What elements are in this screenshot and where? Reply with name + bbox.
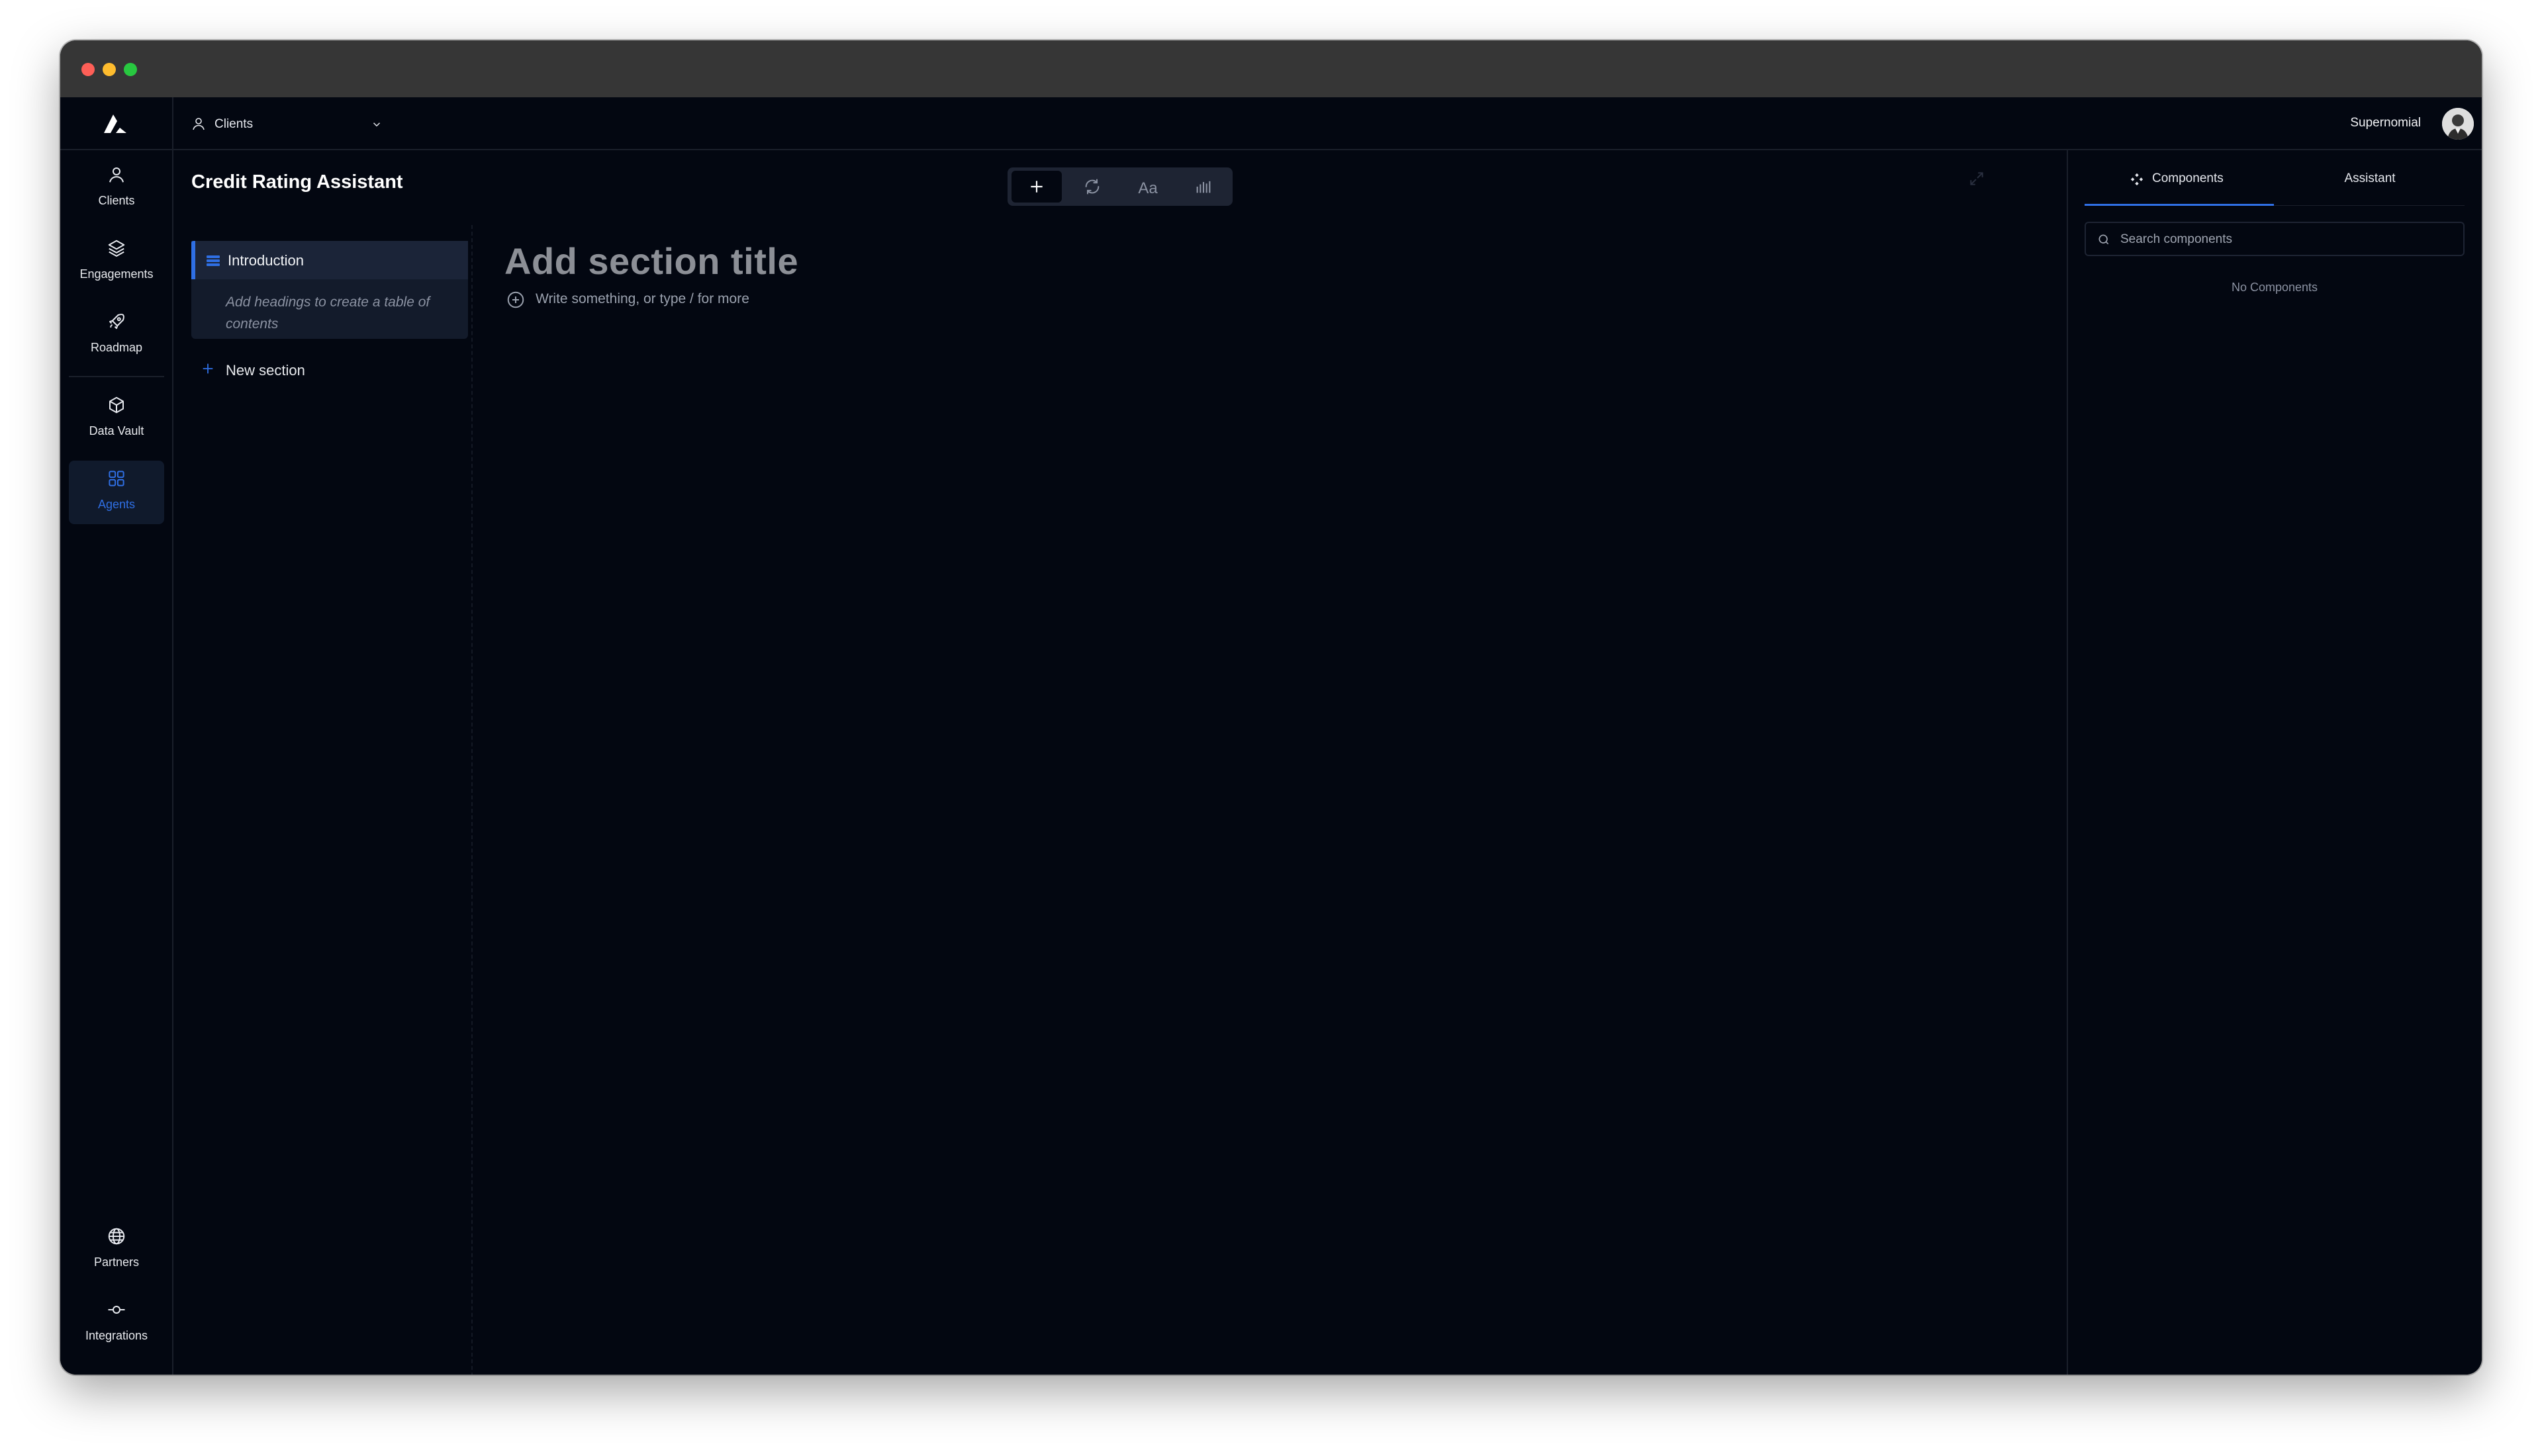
editor-toolbar: Aa <box>1008 167 1233 206</box>
toc-hint: Add headings to create a table of conten… <box>226 295 430 332</box>
text-style-label: Aa <box>1138 179 1158 197</box>
toc-active-indicator <box>191 241 195 279</box>
brand-logo-icon <box>104 114 126 133</box>
new-section-label: New section <box>226 362 305 379</box>
client-switcher[interactable]: Clients <box>188 111 387 137</box>
minimize-window-button[interactable] <box>103 63 116 76</box>
section-title-input[interactable]: Add section title <box>504 240 798 283</box>
expand-icon <box>1970 172 1983 185</box>
grid-icon <box>109 471 124 486</box>
sidebar-item-roadmap[interactable]: Roadmap <box>69 304 164 367</box>
sidebar-item-label: Engagements <box>79 267 154 281</box>
tab-label: Assistant <box>2344 171 2396 185</box>
rocket-icon <box>109 314 124 329</box>
user-icon <box>193 118 205 130</box>
chart-button[interactable] <box>1178 171 1229 203</box>
body-editor[interactable]: Write something, or type / for more <box>506 290 749 313</box>
avatar-image <box>2442 108 2474 140</box>
components-icon <box>2130 173 2143 186</box>
tab-assistant[interactable]: Assistant <box>2275 165 2465 202</box>
commit-icon <box>108 1306 125 1314</box>
sidebar-nav: Clients Engagements Roadmap Data Vault A… <box>60 97 173 1375</box>
search-components[interactable] <box>2085 222 2465 256</box>
sidebar-item-agents[interactable]: Agents <box>69 461 164 524</box>
globe-icon <box>108 1228 125 1245</box>
expand-button[interactable] <box>1968 170 1985 191</box>
sidebar-item-data-vault[interactable]: Data Vault <box>69 387 164 451</box>
active-tab-indicator <box>2085 204 2274 206</box>
sidebar-item-label: Roadmap <box>90 341 143 354</box>
user-name: Supernomial <box>2350 116 2421 130</box>
body-placeholder: Write something, or type / for more <box>536 291 749 306</box>
app-window: Clients Engagements Roadmap Data Vault A… <box>60 40 2482 1375</box>
sidebar-item-clients[interactable]: Clients <box>69 157 164 220</box>
sidebar-item-label: Agents <box>97 498 136 511</box>
sidebar-item-label: Data Vault <box>89 424 144 437</box>
new-section-button[interactable]: New section <box>191 355 468 384</box>
top-bar: Clients Supernomial <box>173 97 2482 150</box>
search-icon <box>2098 234 2109 245</box>
empty-state: No Components <box>2231 281 2318 294</box>
close-window-button[interactable] <box>81 63 95 76</box>
toc-divider <box>471 225 473 1375</box>
sidebar-item-label: Clients <box>98 194 135 207</box>
chevron-down-icon <box>373 122 381 127</box>
user-icon <box>109 167 124 183</box>
tab-components[interactable]: Components <box>2085 165 2274 202</box>
refresh-button[interactable] <box>1067 171 1117 203</box>
bar-chart-icon <box>1196 181 1211 193</box>
app-content: Clients Engagements Roadmap Data Vault A… <box>60 97 2482 1375</box>
tab-label: Components <box>2152 171 2224 185</box>
toc-item-introduction[interactable]: Introduction Add headings to create a ta… <box>191 241 468 339</box>
add-block-button[interactable] <box>1012 171 1062 203</box>
right-panel: Components Assistant No Components <box>2067 150 2482 1375</box>
refresh-icon <box>1085 179 1100 195</box>
sidebar-item-engagements[interactable]: Engagements <box>69 230 164 294</box>
layers-icon <box>108 240 125 257</box>
add-circle-icon <box>507 291 524 308</box>
page-title: Credit Rating Assistant <box>191 171 403 193</box>
client-switcher-label: Clients <box>214 117 254 131</box>
text-style-button[interactable]: Aa <box>1123 171 1173 203</box>
window-titlebar <box>60 40 2482 97</box>
sidebar-item-label: Integrations <box>85 1329 148 1342</box>
search-input[interactable] <box>2119 228 2450 251</box>
sidebar-item-partners[interactable]: Partners <box>69 1218 164 1282</box>
toc-item-label: Introduction <box>228 252 304 269</box>
sidebar-item-label: Partners <box>93 1255 140 1269</box>
plus-icon <box>1031 181 1043 193</box>
sidebar-item-integrations[interactable]: Integrations <box>69 1292 164 1355</box>
avatar[interactable] <box>2442 108 2474 140</box>
section-icon <box>207 255 220 266</box>
zoom-window-button[interactable] <box>124 63 137 76</box>
plus-icon <box>203 363 213 374</box>
nav-divider <box>69 376 164 377</box>
box-icon <box>109 396 124 414</box>
brand-logo[interactable] <box>60 97 172 150</box>
